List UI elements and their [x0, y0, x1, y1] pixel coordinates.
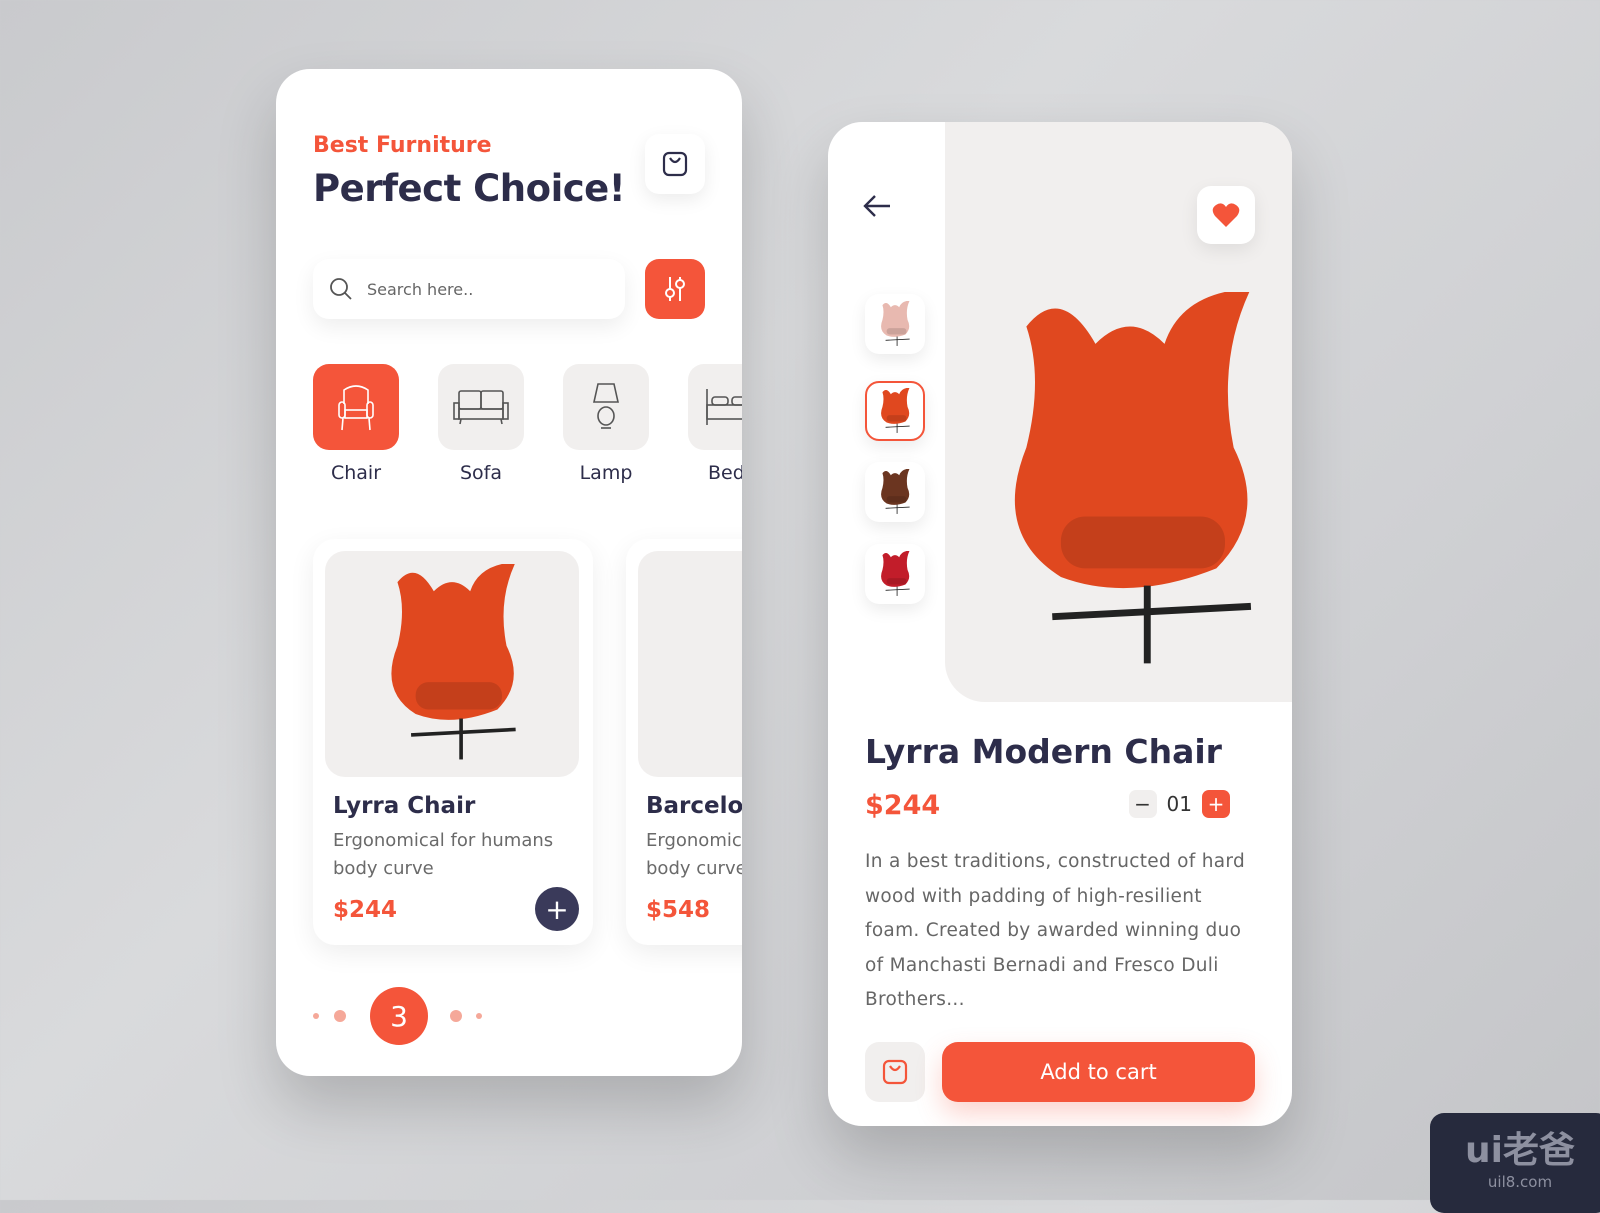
decrement-button[interactable]: − — [1128, 790, 1157, 818]
filter-button[interactable] — [645, 259, 705, 319]
arrow-left-icon — [863, 195, 890, 217]
category-label: Chair — [330, 462, 382, 484]
color-thumb[interactable] — [865, 544, 925, 604]
back-button[interactable] — [862, 194, 892, 222]
lamp-icon — [593, 383, 619, 429]
watermark-logo: ui老爸 — [1465, 1130, 1575, 1171]
page-title: Perfect Choice! — [313, 167, 626, 210]
category-bed[interactable]: Bed — [688, 364, 742, 484]
plus-icon: + — [545, 892, 569, 926]
bag-button[interactable] — [865, 1042, 925, 1102]
home-screen: Best Furniture Perfect Choice! Chair Sof… — [276, 69, 742, 1076]
product-image — [325, 551, 579, 777]
sofa-icon — [453, 390, 509, 425]
heart-icon — [1212, 203, 1240, 227]
cart-button[interactable] — [645, 134, 705, 194]
plus-icon: + — [1207, 792, 1225, 816]
product-description: Ergonomical for humans body curve — [646, 830, 742, 879]
subtitle: Best Furniture — [313, 133, 492, 158]
search-icon — [330, 278, 352, 300]
watermark: ui老爸 uil8.com — [1430, 1113, 1600, 1213]
search-bar[interactable] — [313, 259, 625, 319]
page-dot[interactable] — [476, 1013, 482, 1019]
watermark-site: uil8.com — [1487, 1173, 1553, 1191]
increment-button[interactable]: + — [1202, 790, 1230, 818]
page-dot[interactable] — [334, 1010, 346, 1022]
favorite-button[interactable] — [1197, 186, 1255, 244]
category-sofa[interactable]: Sofa — [438, 364, 524, 484]
quantity-stepper: − 01 + — [1128, 790, 1230, 818]
category-chair[interactable]: Chair — [313, 364, 399, 484]
product-name: Lyrra Modern Chair — [865, 732, 1222, 771]
product-name: Lyrra Chair — [333, 793, 476, 819]
category-label: Lamp — [579, 462, 633, 484]
product-description: Ergonomical for humans body curve — [333, 830, 554, 879]
color-thumb[interactable] — [865, 462, 925, 522]
product-image — [638, 551, 742, 777]
add-button[interactable]: + — [535, 887, 579, 931]
search-input[interactable] — [367, 279, 587, 299]
product-price: $244 — [333, 897, 398, 923]
product-price: $244 — [865, 790, 941, 821]
shopping-bag-icon — [882, 1059, 908, 1085]
product-detail-screen: Lyrra Modern Chair $244 − 01 + In a best… — [828, 122, 1292, 1126]
category-label: Bed — [708, 462, 742, 484]
armchair-icon — [338, 385, 374, 431]
color-thumb[interactable] — [865, 294, 925, 354]
color-thumb-selected[interactable] — [865, 381, 925, 441]
quantity-value: 01 — [1166, 792, 1192, 816]
bed-icon — [706, 389, 742, 425]
category-lamp[interactable]: Lamp — [563, 364, 649, 484]
product-description: In a best traditions, constructed of har… — [865, 851, 1246, 1010]
current-page-indicator[interactable]: 3 — [370, 987, 428, 1045]
product-price: $548 — [646, 897, 711, 923]
page-dot[interactable] — [450, 1010, 462, 1022]
product-card[interactable]: Barcelona Ergonomical for humans body cu… — [626, 539, 742, 945]
product-name: Barcelona — [646, 793, 742, 819]
shopping-bag-icon — [662, 151, 688, 177]
category-label: Sofa — [459, 462, 503, 484]
add-to-cart-button[interactable]: Add to cart — [942, 1042, 1255, 1102]
product-card[interactable]: Lyrra Chair Ergonomical for humans body … — [313, 539, 593, 945]
sliders-icon — [665, 277, 685, 301]
minus-icon: − — [1134, 792, 1151, 816]
page-dot[interactable] — [313, 1013, 319, 1019]
